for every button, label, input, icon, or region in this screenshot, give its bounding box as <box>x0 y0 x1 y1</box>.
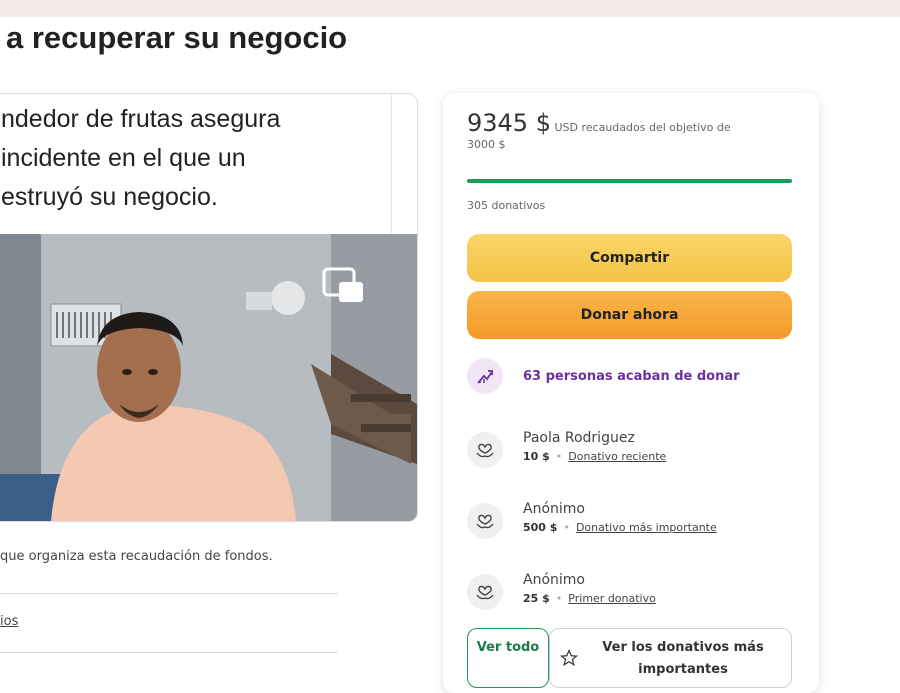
donor-name: Anónimo <box>523 572 585 588</box>
top-banner <box>0 0 900 17</box>
donation-card: 9345 $ USD recaudados del objetivo de 30… <box>443 93 819 693</box>
trend-text: 63 personas acaban de donar <box>523 368 740 384</box>
top-donations-button[interactable]: Ver los donativos más importantes <box>549 628 792 688</box>
donor-name: Anónimo <box>523 501 585 517</box>
progress-fill <box>467 179 792 183</box>
see-all-button[interactable]: Ver todo <box>467 628 549 688</box>
donor-tag-link[interactable]: Donativo más importante <box>576 521 717 534</box>
divider <box>0 593 338 594</box>
media-card: ndedor de frutas asegura incidente en el… <box>0 93 418 522</box>
organizer-text: que organiza esta recaudación de fondos. <box>0 549 273 564</box>
progress-bar <box>467 179 792 183</box>
donor-item: Anónimo 500 $ • Donativo más importante <box>467 499 717 539</box>
donor-amount: 25 $ <box>523 592 550 605</box>
caption-divider <box>391 94 392 234</box>
donor-item: Anónimo 25 $ • Primer donativo <box>467 570 656 610</box>
raised-summary: 9345 $ USD recaudados del objetivo de 30… <box>467 111 787 153</box>
share-button[interactable]: Compartir <box>467 234 792 282</box>
heart-hands-icon <box>467 503 503 539</box>
donate-now-button[interactable]: Donar ahora <box>467 291 792 339</box>
top-donations-label: Ver los donativos más importantes <box>602 640 764 677</box>
goal-amount: 3000 $ <box>467 138 506 151</box>
donor-amount: 10 $ <box>523 450 550 463</box>
recent-donors-trend: 63 personas acaban de donar <box>467 358 740 394</box>
star-icon <box>550 637 588 667</box>
raised-description: USD recaudados del objetivo de <box>554 121 731 134</box>
expand-icon[interactable] <box>321 266 367 312</box>
trending-up-icon <box>467 358 503 394</box>
video-thumbnail[interactable] <box>0 234 417 521</box>
donor-tag-link[interactable]: Primer donativo <box>568 592 656 605</box>
divider <box>0 652 338 653</box>
donor-item: Paola Rodriguez 10 $ • Donativo reciente <box>467 428 666 468</box>
media-caption: ndedor de frutas asegura incidente en el… <box>1 105 281 211</box>
donor-tag-link[interactable]: Donativo reciente <box>568 450 666 463</box>
donor-amount: 500 $ <box>523 521 558 534</box>
donation-count: 305 donativos <box>467 199 546 212</box>
raised-amount: 9345 $ <box>467 109 551 137</box>
donor-name: Paola Rodriguez <box>523 430 635 446</box>
page-title: a recuperar su negocio <box>6 20 348 55</box>
organizer-link[interactable]: ios <box>0 614 18 629</box>
heart-hands-icon <box>467 574 503 610</box>
heart-hands-icon <box>467 432 503 468</box>
